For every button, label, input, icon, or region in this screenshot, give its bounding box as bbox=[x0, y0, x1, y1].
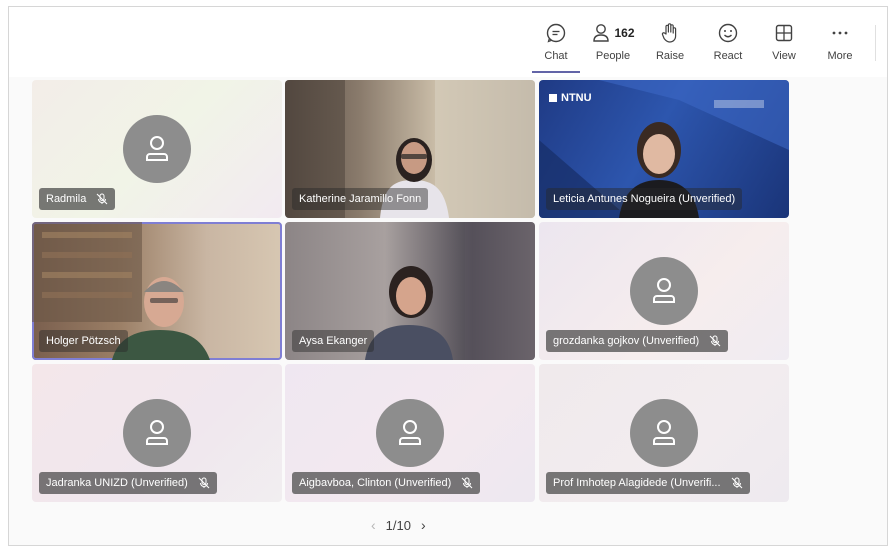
mic-off-icon bbox=[461, 477, 473, 489]
ntnu-logo-text: NTNU bbox=[561, 92, 592, 104]
previous-page-chevron-icon[interactable]: ‹ bbox=[371, 517, 376, 533]
participant-tile-aigbavboa[interactable]: Aigbavboa, Clinton (Unverified) bbox=[285, 364, 535, 502]
hand-icon bbox=[660, 21, 680, 45]
next-page-chevron-icon[interactable]: › bbox=[421, 517, 426, 533]
person-icon bbox=[399, 420, 421, 445]
person-icon bbox=[653, 420, 675, 445]
react-button[interactable]: React bbox=[703, 21, 753, 71]
avatar bbox=[630, 399, 698, 467]
toolbar-divider bbox=[875, 25, 876, 61]
participant-name: Holger Pötzsch bbox=[46, 335, 121, 347]
raise-hand-button[interactable]: Raise bbox=[645, 21, 695, 71]
participant-name: Aigbavboa, Clinton (Unverified) bbox=[299, 477, 452, 489]
grid-icon bbox=[774, 21, 794, 45]
mic-off-icon bbox=[198, 477, 210, 489]
meeting-toolbar: Chat 162 People Raise React View More bbox=[9, 7, 887, 77]
participant-name: Katherine Jaramillo Fonn bbox=[299, 193, 422, 205]
participant-name: Jadranka UNIZD (Unverified) bbox=[46, 477, 188, 489]
avatar bbox=[630, 257, 698, 325]
smiley-icon bbox=[717, 21, 739, 45]
people-button[interactable]: 162 People bbox=[587, 21, 639, 71]
participant-name-tag: Leticia Antunes Nogueira (Unverified) bbox=[546, 188, 743, 210]
avatar bbox=[123, 399, 191, 467]
person-icon bbox=[146, 136, 168, 161]
participant-tile-imhotep[interactable]: Prof Imhotep Alagidede (Unverifi... bbox=[539, 364, 789, 502]
participant-name: Aysa Ekanger bbox=[299, 335, 368, 347]
chat-label: Chat bbox=[544, 50, 568, 62]
participant-tile-leticia[interactable]: NTNU Leticia Antunes Nogueira (Unverifie… bbox=[539, 80, 789, 218]
participant-tile-grozdanka[interactable]: grozdanka gojkov (Unverified) bbox=[539, 222, 789, 360]
participant-tile-radmila[interactable]: Radmila bbox=[32, 80, 282, 218]
participant-name: Radmila bbox=[46, 193, 87, 205]
participant-tile-jadranka[interactable]: Jadranka UNIZD (Unverified) bbox=[32, 364, 282, 502]
ntnu-logo: NTNU bbox=[549, 92, 592, 104]
participant-name-tag: grozdanka gojkov (Unverified) bbox=[546, 330, 729, 352]
participant-name-tag: Katherine Jaramillo Fonn bbox=[292, 188, 429, 210]
person-icon bbox=[653, 278, 675, 303]
participant-name-tag: Aysa Ekanger bbox=[292, 330, 375, 352]
participant-name: grozdanka gojkov (Unverified) bbox=[553, 335, 700, 347]
raise-label: Raise bbox=[655, 50, 685, 62]
people-count: 162 bbox=[614, 26, 635, 40]
gallery-pager: ‹ 1/10 › bbox=[371, 517, 426, 533]
participant-tile-aysa[interactable]: Aysa Ekanger bbox=[285, 222, 535, 360]
chat-icon bbox=[545, 21, 567, 45]
avatar bbox=[376, 399, 444, 467]
react-label: React bbox=[713, 50, 743, 62]
people-icon bbox=[593, 24, 610, 42]
mic-off-icon bbox=[709, 335, 721, 347]
participant-name-tag: Jadranka UNIZD (Unverified) bbox=[39, 472, 217, 494]
mic-off-icon bbox=[96, 193, 108, 205]
meeting-window: Chat 162 People Raise React View More Ra… bbox=[8, 6, 888, 546]
participant-name-tag: Holger Pötzsch bbox=[39, 330, 128, 352]
participant-name: Leticia Antunes Nogueira (Unverified) bbox=[553, 193, 736, 205]
person-icon bbox=[146, 420, 168, 445]
participant-tile-holger[interactable]: Holger Pötzsch bbox=[32, 222, 282, 360]
more-icon bbox=[830, 21, 850, 45]
avatar bbox=[123, 115, 191, 183]
active-tab-indicator bbox=[532, 71, 580, 73]
participant-name-tag: Radmila bbox=[39, 188, 116, 210]
mic-off-icon bbox=[731, 477, 743, 489]
page-indicator: 1/10 bbox=[385, 517, 411, 533]
more-label: More bbox=[827, 50, 853, 62]
view-label: View bbox=[772, 50, 796, 62]
view-button[interactable]: View bbox=[759, 21, 809, 71]
participant-name-tag: Aigbavboa, Clinton (Unverified) bbox=[292, 472, 481, 494]
people-label: People bbox=[595, 50, 631, 62]
people-icon-wrap: 162 bbox=[591, 21, 635, 45]
participant-name-tag: Prof Imhotep Alagidede (Unverifi... bbox=[546, 472, 750, 494]
chat-button[interactable]: Chat bbox=[531, 21, 581, 71]
participant-name: Prof Imhotep Alagidede (Unverifi... bbox=[553, 477, 721, 489]
participant-tile-katherine[interactable]: Katherine Jaramillo Fonn bbox=[285, 80, 535, 218]
more-button[interactable]: More bbox=[815, 21, 865, 71]
